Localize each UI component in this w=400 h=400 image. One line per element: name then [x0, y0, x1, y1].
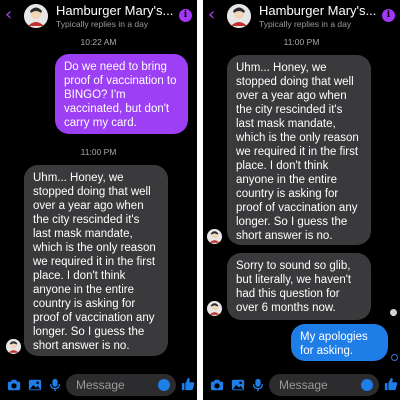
timestamp: 11:00 PM	[283, 37, 320, 47]
sender-avatar	[207, 301, 222, 316]
chat-header: ‹ Hamburger Mary's... Typically replies …	[0, 0, 197, 32]
thumbs-up-icon[interactable]	[384, 377, 398, 391]
camera-icon[interactable]	[7, 378, 21, 392]
received-message-bubble[interactable]: Uhm... Honey, we stopped doing that well…	[227, 55, 371, 245]
chat-subtitle: Typically replies in a day	[259, 19, 352, 29]
avatar[interactable]	[24, 4, 48, 28]
sent-message-bubble[interactable]: My apologies for asking.	[291, 324, 388, 361]
sender-avatar	[207, 229, 222, 244]
chevron-left-icon[interactable]: ‹	[5, 5, 19, 25]
thumbs-up-icon[interactable]	[181, 377, 195, 391]
message-composer	[203, 370, 400, 400]
received-message-bubble[interactable]: Sorry to sound so glib, but literally, w…	[227, 253, 371, 320]
sender-avatar	[6, 339, 21, 354]
avatar[interactable]	[227, 4, 251, 28]
image-icon[interactable]	[231, 378, 245, 392]
sent-status-icon	[391, 354, 398, 361]
timestamp: 10:22 AM	[80, 37, 117, 47]
timestamp: 11:00 PM	[80, 147, 117, 157]
chat-subtitle: Typically replies in a day	[56, 19, 149, 29]
seen-avatar	[390, 309, 397, 316]
chat-title[interactable]: Hamburger Mary's...	[259, 3, 376, 18]
chevron-left-icon[interactable]: ‹	[208, 5, 222, 25]
microphone-icon[interactable]	[48, 378, 62, 392]
chat-pane-right: ‹ Hamburger Mary's... Typically replies …	[203, 0, 400, 400]
chat-title[interactable]: Hamburger Mary's...	[56, 3, 173, 18]
microphone-icon[interactable]	[251, 378, 265, 392]
received-message-bubble[interactable]: Uhm... Honey, we stopped doing that well…	[24, 165, 168, 356]
image-icon[interactable]	[28, 378, 42, 392]
emoji-icon[interactable]	[361, 379, 373, 391]
message-composer	[0, 370, 197, 400]
camera-icon[interactable]	[210, 378, 224, 392]
emoji-icon[interactable]	[158, 379, 170, 391]
chat-header: ‹ Hamburger Mary's... Typically replies …	[203, 0, 400, 32]
sent-message-bubble[interactable]: Do we need to bring proof of vaccination…	[55, 54, 188, 134]
info-icon[interactable]: i	[382, 9, 395, 22]
info-icon[interactable]: i	[179, 9, 192, 22]
chat-pane-left: ‹ Hamburger Mary's... Typically replies …	[0, 0, 197, 400]
